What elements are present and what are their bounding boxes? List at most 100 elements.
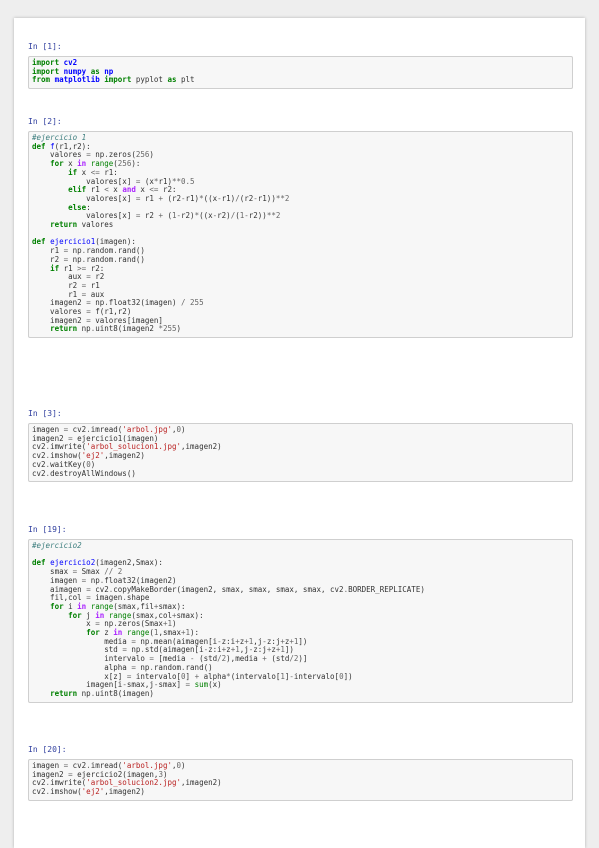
- code-token: random: [153, 662, 182, 672]
- code-token: valores: [32, 307, 87, 317]
- code-token: ]: [185, 671, 195, 681]
- code-token: ]): [298, 636, 308, 646]
- code-line: fil,col = imagen.shape: [32, 593, 149, 602]
- code-line: imagen = cv2.imread('arbol.jpg',0): [32, 425, 186, 434]
- code-token: import: [32, 66, 60, 76]
- code-token: (r2: [162, 193, 182, 203]
- code-token: alpha: [32, 662, 132, 672]
- code-token: import: [104, 75, 132, 85]
- code-token: random: [86, 246, 114, 256]
- code-token: (: [162, 211, 172, 221]
- code-token: range: [90, 601, 114, 611]
- code-line: valores[x] = r1 + (r2-r1)*((x-r1)/(r2-r1…: [32, 194, 289, 203]
- code-token: ,imagen2): [181, 778, 222, 788]
- code-token: imagen2: [32, 433, 69, 443]
- code-token: matplotlib: [54, 75, 100, 85]
- code-token: BORDER_REPLICATE): [348, 584, 425, 594]
- code-line: else:: [32, 203, 91, 212]
- code-line: valores[x] = r2 + (1-r2)*((x-r2)/(1-r2))…: [32, 211, 280, 220]
- code-token: 'arbol.jpg': [122, 761, 172, 770]
- code-token: (std: [194, 654, 218, 664]
- code-token: np: [77, 324, 91, 334]
- code-token: 'ej2': [81, 451, 105, 461]
- code-token: destroyAllWindows(): [50, 468, 136, 478]
- code-token: (std: [266, 654, 290, 664]
- code-token: r1): [158, 176, 172, 186]
- code-token: cv2: [63, 58, 78, 67]
- code-token: in: [95, 610, 105, 620]
- code-token: ((x: [203, 193, 218, 203]
- code-token: imagen[i: [32, 680, 123, 690]
- code-input-area[interactable]: imagen = cv2.imread('arbol.jpg',0) image…: [28, 423, 573, 483]
- code-token: 'arbol_solucion1.jpg': [86, 442, 182, 452]
- code-token: return: [50, 220, 78, 230]
- code-token: 2: [117, 567, 123, 577]
- code-token: x[z]: [32, 671, 127, 681]
- code-input-area[interactable]: imagen = cv2.imread('arbol.jpg',0) image…: [28, 759, 573, 801]
- code-token: for: [50, 601, 64, 611]
- code-token: ,imagen2): [104, 787, 145, 797]
- code-token: as: [167, 75, 177, 85]
- notebook-page: In [1]: import cv2 import numpy as np fr…: [14, 18, 585, 848]
- code-token: from: [32, 75, 51, 85]
- code-line: cv2.waitKey(0): [32, 460, 95, 469]
- code-input-area[interactable]: #ejercicio 1 def f(r1,r2): valores = np.…: [28, 131, 573, 339]
- code-block[interactable]: import cv2 import numpy as np from matpl…: [29, 57, 572, 88]
- code-token: r1: [59, 263, 78, 273]
- code-line: aimagen = cv2.copyMakeBorder(imagen2, sm…: [32, 585, 425, 594]
- code-token: r2:: [158, 185, 177, 195]
- code-token: ): [162, 769, 168, 779]
- code-token: imagen: [90, 593, 123, 603]
- code-token: in: [113, 628, 123, 638]
- code-token: cv2: [32, 442, 46, 452]
- code-input-area[interactable]: #ejercicio2 def ejercicio2(imagen2,Smax)…: [28, 539, 573, 703]
- code-line: x = np.zeros(Smax+1): [32, 619, 176, 629]
- code-line: cv2.imwrite('arbol_solucion2.jpg',imagen…: [32, 778, 222, 788]
- code-token: r2): [217, 211, 231, 221]
- code-token: valores[x]: [32, 176, 136, 186]
- code-token: alpha: [199, 671, 227, 681]
- code-token: x: [32, 619, 96, 629]
- code-line: cv2.destroyAllWindows(): [32, 469, 136, 478]
- code-block[interactable]: #ejercicio2 def ejercicio2(imagen2,Smax)…: [29, 540, 572, 702]
- code-token: ejercicio1(imagen): [72, 433, 159, 443]
- code-token: rand(): [117, 254, 145, 264]
- code-token: else: [68, 202, 87, 212]
- code-token: r1:: [99, 167, 118, 177]
- code-token: np: [99, 619, 114, 629]
- cell-prompt: In [20]:: [28, 745, 67, 754]
- code-token: 256: [117, 159, 132, 169]
- code-token: range: [126, 628, 150, 638]
- code-token: waitKey(: [50, 459, 87, 469]
- code-token: valores: [77, 220, 114, 230]
- code-block[interactable]: #ejercicio 1 def f(r1,r2): valores = np.…: [29, 132, 572, 337]
- code-token: smax):: [158, 601, 186, 611]
- code-token: imagen: [32, 761, 64, 770]
- code-token: imagen2: [32, 769, 69, 779]
- code-token: return: [50, 324, 78, 334]
- code-token: 'arbol_solucion2.jpg': [86, 778, 182, 788]
- code-token: imagen2: [32, 315, 87, 325]
- code-token: zeros(Smax: [117, 619, 163, 629]
- code-block[interactable]: imagen = cv2.imread('arbol.jpg',0) image…: [29, 424, 572, 481]
- code-input-area[interactable]: import cv2 import numpy as np from matpl…: [28, 56, 573, 90]
- code-token: r2): [181, 211, 195, 221]
- code-line: imagen2 = valores[imagen]: [32, 316, 163, 325]
- code-token: >=: [77, 263, 87, 273]
- code-token: r1: [32, 289, 82, 299]
- code-token: x: [135, 185, 150, 195]
- code-token: **: [275, 193, 285, 203]
- code-token: ((x: [199, 211, 213, 221]
- code-block[interactable]: imagen = cv2.imread('arbol.jpg',0) image…: [29, 760, 572, 800]
- code-line: valores[x] = (x*r1)**0.5: [32, 176, 194, 186]
- code-token: fil,col: [32, 593, 87, 603]
- code-token: rand(): [185, 662, 213, 672]
- code-token: np: [77, 688, 91, 698]
- code-token: ): [181, 425, 186, 434]
